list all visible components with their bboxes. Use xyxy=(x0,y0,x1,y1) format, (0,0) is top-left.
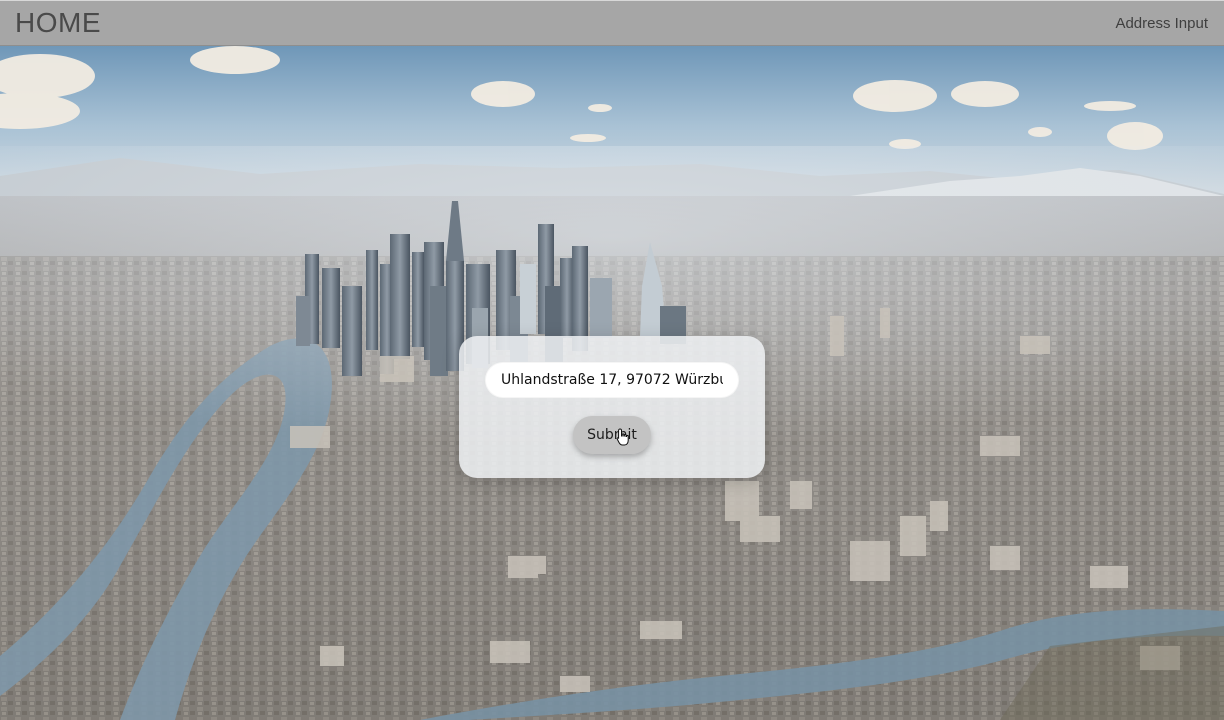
home-link[interactable]: HOME xyxy=(15,7,101,39)
address-input[interactable] xyxy=(485,362,739,398)
address-form-card: Submit xyxy=(459,336,765,478)
page: HOME Address Input Uhlandstraße 17, 9707… xyxy=(0,0,1224,720)
top-nav-bar: HOME Address Input xyxy=(0,0,1224,46)
submit-button[interactable]: Submit xyxy=(573,416,651,454)
nav-address-input-link[interactable]: Address Input xyxy=(1115,15,1208,32)
